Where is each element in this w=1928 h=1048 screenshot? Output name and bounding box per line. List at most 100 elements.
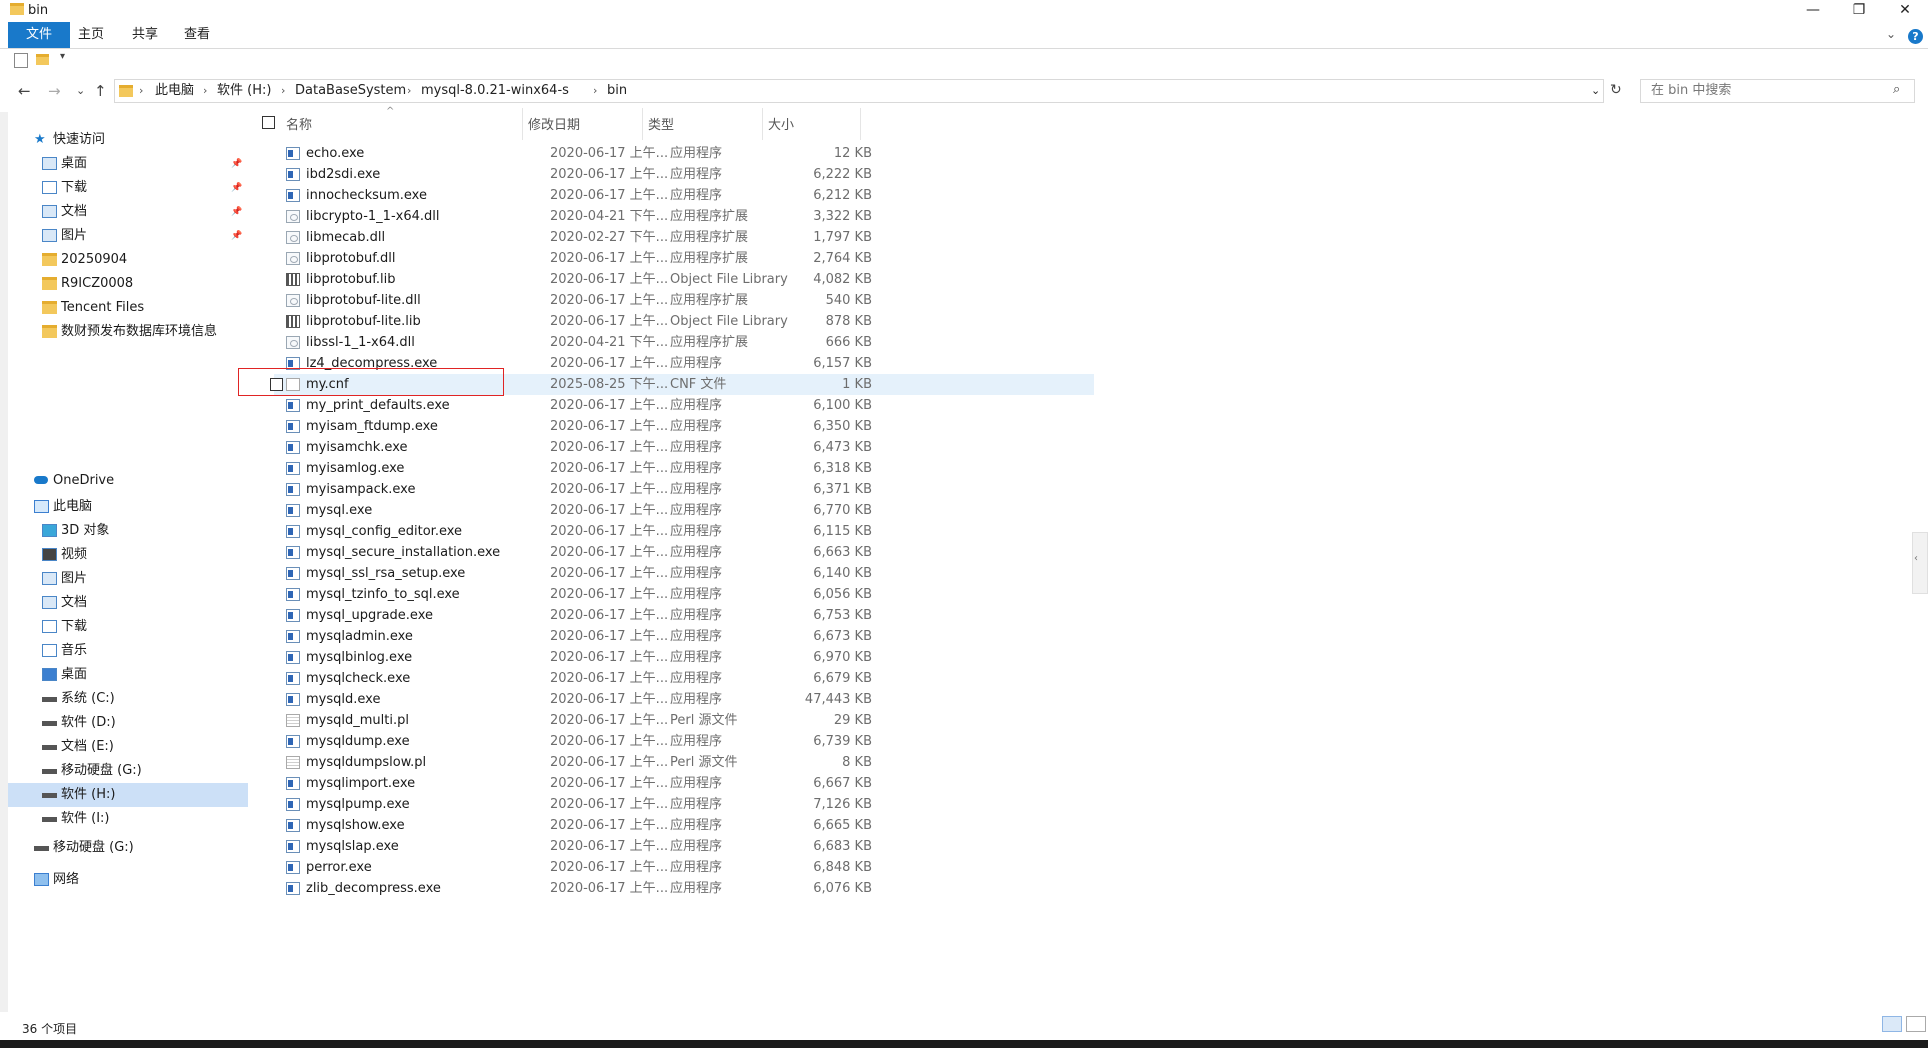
sidebar-item-pc[interactable]: 下载 — [8, 615, 248, 639]
tab-share[interactable]: 共享 — [118, 22, 172, 48]
breadcrumb-databasesystem[interactable]: DataBaseSystem — [295, 80, 406, 102]
file-row[interactable]: mysqlcheck.exe 2020-06-17 上午... 应用程序 6,679 … — [274, 668, 1094, 689]
file-row[interactable]: mysql.exe 2020-06-17 上午... 应用程序 6,770 KB — [274, 500, 1094, 521]
sidebar-scrollbar[interactable] — [0, 112, 8, 1012]
file-row[interactable]: ibd2sdi.exe 2020-06-17 上午... 应用程序 6,222 KB — [274, 164, 1094, 185]
file-row[interactable]: mysqlpump.exe 2020-06-17 上午... 应用程序 7,126 K… — [274, 794, 1094, 815]
sidebar-item-quick[interactable]: 图片 📌 — [8, 224, 248, 248]
recent-locations-button[interactable]: ⌄ — [76, 84, 85, 97]
select-all-checkbox[interactable] — [262, 116, 275, 129]
file-row[interactable]: mysql_config_editor.exe 2020-06-17 上午... 应… — [274, 521, 1094, 542]
sidebar-item-pc[interactable]: 移动硬盘 (G:) — [8, 759, 248, 783]
file-row[interactable]: mysqld.exe 2020-06-17 上午... 应用程序 47,443 KB — [274, 689, 1094, 710]
ribbon-expand-icon[interactable]: ⌄ — [1886, 27, 1896, 41]
tab-file[interactable]: 文件 — [8, 22, 71, 48]
file-row[interactable]: mysqladmin.exe 2020-06-17 上午... 应用程序 6,673 … — [274, 626, 1094, 647]
refresh-button[interactable]: ↻ — [1610, 82, 1622, 98]
sidebar-item-quick[interactable]: 文档 📌 — [8, 200, 248, 224]
column-divider[interactable] — [762, 108, 763, 140]
sidebar-item-pc[interactable]: 软件 (I:) — [8, 807, 248, 831]
tab-view[interactable]: 查看 — [170, 22, 224, 48]
address-bar[interactable]: › 此电脑 › 软件 (H:) › DataBaseSystem › mysql… — [114, 79, 1604, 103]
breadcrumb-mysql[interactable]: mysql-8.0.21-winx64-s — [421, 80, 569, 102]
new-folder-icon[interactable] — [36, 54, 49, 65]
file-row[interactable]: mysqlshow.exe 2020-06-17 上午... 应用程序 6,665 K… — [274, 815, 1094, 836]
sidebar-item-network[interactable]: 网络 — [8, 868, 248, 892]
sidebar-item-removable-drive[interactable]: 移动硬盘 (G:) — [8, 836, 248, 860]
customize-qat-icon[interactable]: ▾ — [60, 51, 65, 62]
sidebar-item-pc[interactable]: 视频 — [8, 543, 248, 567]
file-row[interactable]: myisam_ftdump.exe 2020-06-17 上午... 应用程序 6,3… — [274, 416, 1094, 437]
chevron-right-icon[interactable]: › — [407, 80, 411, 102]
column-divider[interactable] — [522, 108, 523, 140]
sidebar-item-quick[interactable]: 20250904 — [8, 248, 248, 272]
sidebar-item-quick[interactable]: Tencent Files — [8, 296, 248, 320]
file-row[interactable]: myisampack.exe 2020-06-17 上午... 应用程序 6,371 … — [274, 479, 1094, 500]
forward-button[interactable]: → — [48, 82, 61, 100]
back-button[interactable]: ← — [18, 82, 31, 100]
file-row[interactable]: zlib_decompress.exe 2020-06-17 上午... 应用程序 6… — [274, 878, 1094, 899]
minimize-button[interactable]: — — [1790, 0, 1836, 22]
breadcrumb-drive-h[interactable]: 软件 (H:) — [217, 80, 271, 102]
file-row[interactable]: mysqldump.exe 2020-06-17 上午... 应用程序 6,739 K… — [274, 731, 1094, 752]
sidebar-item-pc[interactable]: 桌面 — [8, 663, 248, 687]
column-divider[interactable] — [642, 108, 643, 140]
sidebar-item-quick[interactable]: R9ICZ0008 — [8, 272, 248, 296]
sidebar-item-quick[interactable]: 数财预发布数据库环境信息 — [8, 320, 248, 344]
search-input[interactable]: 在 bin 中搜索 — [1651, 80, 1731, 102]
file-row[interactable]: mysqldumpslow.pl 2020-06-17 上午... Perl 源文件… — [274, 752, 1094, 773]
sidebar-item-pc[interactable]: 图片 — [8, 567, 248, 591]
search-icon[interactable]: ⌕ — [1893, 82, 1900, 97]
file-row[interactable]: mysql_secure_installation.exe 2020-06-17 … — [274, 542, 1094, 563]
file-row[interactable]: libprotobuf-lite.dll 2020-06-17 上午... 应用程序… — [274, 290, 1094, 311]
sidebar-item-quick-access[interactable]: ★ 快速访问 — [8, 128, 248, 152]
sidebar-item-pc[interactable]: 文档 — [8, 591, 248, 615]
file-row[interactable]: libprotobuf.lib 2020-06-17 上午... Object Fi… — [274, 269, 1094, 290]
up-button[interactable]: ↑ — [94, 82, 107, 100]
file-row[interactable]: libssl-1_1-x64.dll 2020-04-21 下午... 应用程序扩展… — [274, 332, 1094, 353]
sidebar-item-pc[interactable]: 系统 (C:) — [8, 687, 248, 711]
column-header-size[interactable]: 大小 — [768, 114, 794, 138]
file-row[interactable]: libcrypto-1_1-x64.dll 2020-04-21 下午... 应用程… — [274, 206, 1094, 227]
file-row[interactable]: echo.exe 2020-06-17 上午... 应用程序 12 KB — [274, 143, 1094, 164]
sidebar-item-pc[interactable]: 音乐 — [8, 639, 248, 663]
breadcrumb-bin[interactable]: bin — [607, 80, 627, 102]
chevron-right-icon[interactable]: › — [203, 80, 207, 102]
file-row[interactable]: libprotobuf-lite.lib 2020-06-17 上午... Obje… — [274, 311, 1094, 332]
file-row[interactable]: my_print_defaults.exe 2020-06-17 上午... 应用程… — [274, 395, 1094, 416]
sidebar-item-quick[interactable]: 桌面 📌 — [8, 152, 248, 176]
help-button[interactable]: ? — [1908, 29, 1923, 44]
file-row[interactable]: myisamlog.exe 2020-06-17 上午... 应用程序 6,318 K… — [274, 458, 1094, 479]
chevron-left-icon[interactable]: ‹ — [1914, 553, 1918, 564]
details-view-button[interactable] — [1882, 1016, 1902, 1032]
file-row[interactable]: mysqlimport.exe 2020-06-17 上午... 应用程序 6,667… — [274, 773, 1094, 794]
file-row[interactable]: innochecksum.exe 2020-06-17 上午... 应用程序 6,21… — [274, 185, 1094, 206]
large-icons-view-button[interactable] — [1906, 1016, 1926, 1032]
breadcrumb-this-pc[interactable]: 此电脑 — [155, 80, 194, 102]
sidebar-item-pc[interactable]: 3D 对象 — [8, 519, 248, 543]
column-divider[interactable] — [860, 108, 861, 140]
file-row[interactable]: myisamchk.exe 2020-06-17 上午... 应用程序 6,473 K… — [274, 437, 1094, 458]
column-header-name[interactable]: 名称 — [286, 114, 312, 138]
sidebar-item-onedrive[interactable]: OneDrive — [8, 469, 248, 493]
column-header-type[interactable]: 类型 — [648, 114, 674, 138]
sidebar-item-quick[interactable]: 下载 📌 — [8, 176, 248, 200]
sidebar-item-this-pc[interactable]: 此电脑 — [8, 495, 248, 519]
sidebar-item-pc[interactable]: 软件 (D:) — [8, 711, 248, 735]
file-row[interactable]: mysql_upgrade.exe 2020-06-17 上午... 应用程序 6,7… — [274, 605, 1094, 626]
file-row[interactable]: mysqlslap.exe 2020-06-17 上午... 应用程序 6,683 K… — [274, 836, 1094, 857]
file-row[interactable]: mysqlbinlog.exe 2020-06-17 上午... 应用程序 6,970… — [274, 647, 1094, 668]
column-header-date[interactable]: 修改日期 — [528, 114, 580, 138]
search-box[interactable]: 在 bin 中搜索 ⌕ — [1640, 79, 1915, 103]
file-row[interactable]: mysql_ssl_rsa_setup.exe 2020-06-17 上午... 应… — [274, 563, 1094, 584]
address-dropdown-icon[interactable]: ⌄ — [1591, 80, 1600, 102]
close-button[interactable]: ✕ — [1882, 0, 1928, 22]
tab-home[interactable]: 主页 — [64, 22, 118, 48]
properties-icon[interactable] — [14, 53, 28, 68]
file-row[interactable]: mysqld_multi.pl 2020-06-17 上午... Perl 源文件 2… — [274, 710, 1094, 731]
file-row[interactable]: libmecab.dll 2020-02-27 下午... 应用程序扩展 1,797 … — [274, 227, 1094, 248]
restore-button[interactable]: ❐ — [1836, 0, 1882, 22]
chevron-right-icon[interactable]: › — [593, 80, 597, 102]
file-row[interactable]: perror.exe 2020-06-17 上午... 应用程序 6,848 KB — [274, 857, 1094, 878]
file-row[interactable]: mysql_tzinfo_to_sql.exe 2020-06-17 上午... 应… — [274, 584, 1094, 605]
